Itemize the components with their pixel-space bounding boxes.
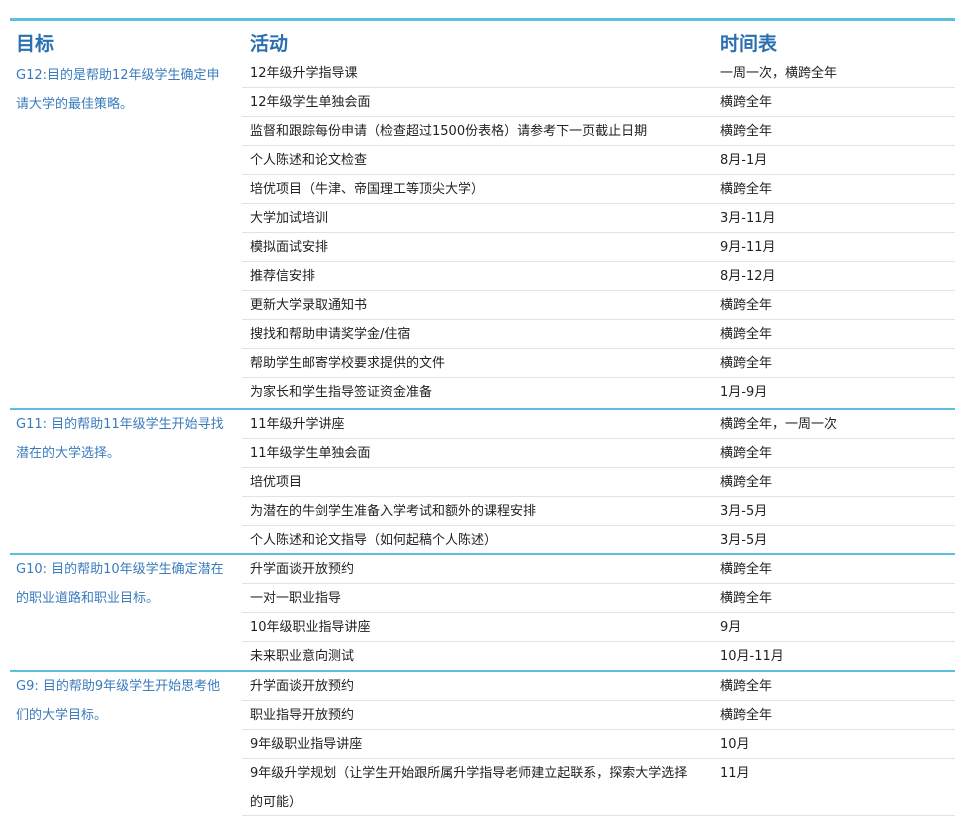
table-row: 12年级学生单独会面 横跨全年 <box>242 88 955 117</box>
table-row: 大学加试培训 3月-11月 <box>242 204 955 233</box>
time-cell: 横跨全年 <box>720 298 773 313</box>
activity-cell: 帮助学生邮寄学校要求提供的文件 <box>250 356 446 371</box>
schedule-page: 目标 活动 时间表 G12:目的是帮助12年级学生确定申请大学的最佳策略。 12… <box>0 0 977 823</box>
time-cell: 横跨全年 <box>720 679 773 694</box>
table-row: 9年级职业指导讲座 10月 <box>242 730 955 759</box>
time-cell: 横跨全年 <box>720 446 773 461</box>
time-cell: 横跨全年 <box>720 95 773 110</box>
activity-cell: 10年级职业指导讲座 <box>250 620 371 635</box>
time-cell: 横跨全年 <box>720 708 773 723</box>
table-row: 个人陈述和论文指导（如何起稿个人陈述） 3月-5月 <box>242 526 955 554</box>
table-row: 推荐信安排 8月-12月 <box>242 262 955 291</box>
time-cell: 10月 <box>720 737 750 752</box>
time-cell: 9月-11月 <box>720 240 776 255</box>
activity-cell: 监督和跟踪每份申请（检查超过1500份表格）请参考下一页截止日期 <box>250 124 648 139</box>
section-g12: G12:目的是帮助12年级学生确定申请大学的最佳策略。 12年级升学指导课 一周一… <box>10 59 955 409</box>
table-row: 模拟面试安排 9月-11月 <box>242 233 955 262</box>
activity-cell: 培优项目 <box>250 475 303 490</box>
table-row: 帮助学生邮寄学校要求提供的文件 横跨全年 <box>242 349 955 378</box>
time-cell: 3月-11月 <box>720 211 776 226</box>
table-row: 为潜在的牛剑学生准备入学考试和额外的课程安排 3月-5月 <box>242 497 955 526</box>
table-row: 11年级学生单独会面 横跨全年 <box>242 439 955 468</box>
time-cell: 横跨全年 <box>720 124 773 139</box>
activity-cell: 为潜在的牛剑学生准备入学考试和额外的课程安排 <box>250 504 537 519</box>
activity-cell: 个人陈述和论文指导（如何起稿个人陈述） <box>250 533 498 548</box>
activity-cell: 9年级升学规划（让学生开始跟所属升学指导老师建立起联系，探索大学选择的可能） <box>250 766 688 810</box>
goal-g9: G9: 目的帮助9年级学生开始思考他们的大学目标。 <box>16 679 221 723</box>
activity-cell: 12年级学生单独会面 <box>250 95 371 110</box>
time-cell: 横跨全年 <box>720 356 773 371</box>
activity-cell: 为家长和学生指导签证资金准备 <box>250 385 433 400</box>
activity-cell: 一对一职业指导 <box>250 591 342 606</box>
activity-cell: 升学面谈开放预约 <box>250 679 355 694</box>
header-goal: 目标 <box>16 33 55 55</box>
activity-cell: 12年级升学指导课 <box>250 66 358 81</box>
time-cell: 8月-12月 <box>720 269 776 284</box>
table-row: 一对一职业指导 横跨全年 <box>242 584 955 613</box>
section-g10: G10: 目的帮助10年级学生确定潜在的职业道路和职业目标。 升学面谈开放预约横… <box>10 553 955 671</box>
goal-g10: G10: 目的帮助10年级学生确定潜在的职业道路和职业目标。 <box>16 562 224 606</box>
table-row: 培优项目（牛津、帝国理工等顶尖大学） 横跨全年 <box>242 175 955 204</box>
time-cell: 横跨全年 <box>720 327 773 342</box>
table-row: 升学面谈开放预约 横跨全年 <box>242 555 955 584</box>
table-row: 9年级升学规划（让学生开始跟所属升学指导老师建立起联系，探索大学选择的可能） 11… <box>242 759 955 816</box>
time-cell: 9月 <box>720 620 742 635</box>
table-row: 升学面谈开放预约 横跨全年 <box>242 672 955 701</box>
table-row: 10年级职业指导讲座 9月 <box>242 613 955 642</box>
time-cell: 横跨全年 <box>720 562 773 577</box>
time-cell: 一周一次，横跨全年 <box>720 66 838 81</box>
time-cell: 3月-5月 <box>720 533 768 548</box>
goal-g12: G12:目的是帮助12年级学生确定申请大学的最佳策略。 <box>16 68 220 112</box>
time-cell: 横跨全年 <box>720 475 773 490</box>
table-row: 12年级升学指导课 一周一次，横跨全年 <box>242 59 955 88</box>
activity-cell: 9年级职业指导讲座 <box>250 737 363 752</box>
time-cell: 1月-9月 <box>720 385 768 400</box>
table-row: 未来职业意向测试 10月-11月 <box>242 642 955 670</box>
table-row: 职业指导开放预约 横跨全年 <box>242 701 955 730</box>
activity-cell: 未来职业意向测试 <box>250 649 355 664</box>
table-row: 更新大学录取通知书 横跨全年 <box>242 291 955 320</box>
section-g11: G11: 目的帮助11年级学生开始寻找潜在的大学选择。 11年级升学讲座 横跨全年… <box>10 408 955 555</box>
time-cell: 3月-5月 <box>720 504 768 519</box>
time-cell: 横跨全年，一周一次 <box>720 417 838 432</box>
goal-g11: G11: 目的帮助11年级学生开始寻找潜在的大学选择。 <box>16 417 224 461</box>
table-row: 为家长和学生指导签证资金准备 1月-9月 <box>242 378 955 407</box>
table-row: 个人陈述和论文检查 8月-1月 <box>242 146 955 175</box>
header-activity: 活动 <box>250 33 289 55</box>
time-cell: 11月 <box>720 766 750 781</box>
section-g9: G9: 目的帮助9年级学生开始思考他们的大学目标。 升学面谈开放预约 横跨全年 职… <box>10 670 955 818</box>
activity-cell: 搜找和帮助申请奖学金/住宿 <box>250 327 411 342</box>
activity-cell: 个人陈述和论文检查 <box>250 153 368 168</box>
table-row: 培优项目 横跨全年 <box>242 468 955 497</box>
activity-cell: 推荐信安排 <box>250 269 316 284</box>
activity-cell: 11年级学生单独会面 <box>250 446 371 461</box>
table-row: 搜找和帮助申请奖学金/住宿 横跨全年 <box>242 320 955 349</box>
header-timeline: 时间表 <box>720 33 778 55</box>
table-header: 目标 活动 时间表 <box>10 21 955 59</box>
activity-cell: 11年级升学讲座 <box>250 417 345 432</box>
activity-cell: 培优项目（牛津、帝国理工等顶尖大学） <box>250 182 485 197</box>
table-row: 11年级升学讲座 横跨全年，一周一次 <box>242 410 955 439</box>
activity-cell: 大学加试培训 <box>250 211 329 226</box>
activity-cell: 职业指导开放预约 <box>250 708 355 723</box>
activity-cell: 升学面谈开放预约 <box>250 562 355 577</box>
time-cell: 横跨全年 <box>720 591 773 606</box>
activity-cell: 更新大学录取通知书 <box>250 298 368 313</box>
time-cell: 8月-1月 <box>720 153 768 168</box>
time-cell: 10月-11月 <box>720 649 784 664</box>
table-row: 监督和跟踪每份申请（检查超过1500份表格）请参考下一页截止日期 横跨全年 <box>242 117 955 146</box>
time-cell: 横跨全年 <box>720 182 773 197</box>
activity-cell: 模拟面试安排 <box>250 240 329 255</box>
